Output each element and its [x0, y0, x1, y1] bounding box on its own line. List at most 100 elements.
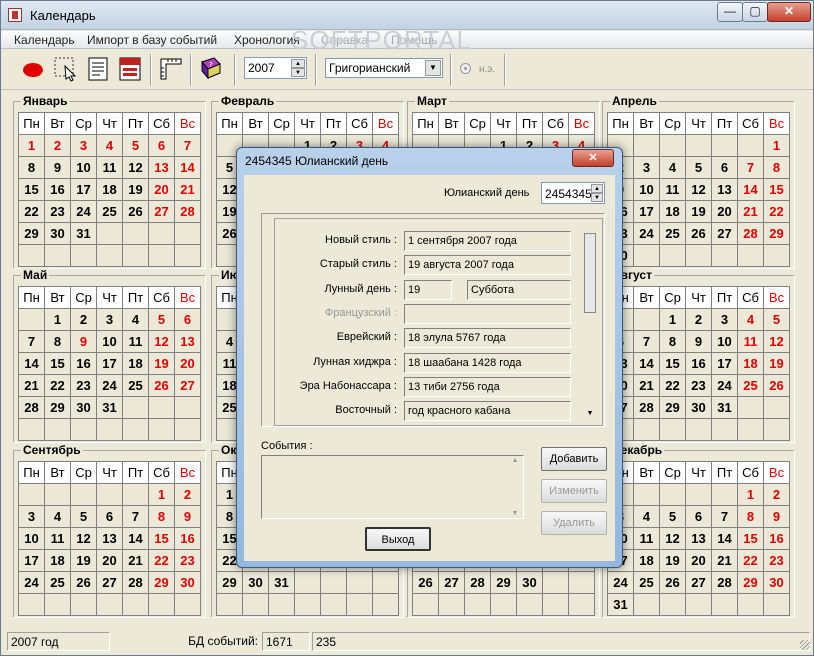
day-cell[interactable]: [633, 593, 660, 616]
day-cell[interactable]: 10: [70, 156, 97, 179]
day-cell[interactable]: [659, 483, 686, 506]
day-cell[interactable]: 22: [44, 374, 71, 397]
year-spinner[interactable]: 2007 ▲ ▼: [244, 57, 307, 79]
day-cell[interactable]: 4: [96, 134, 123, 157]
help-book-icon[interactable]: ?: [198, 56, 224, 82]
ruler-icon[interactable]: [158, 56, 184, 82]
day-cell[interactable]: 9: [174, 505, 201, 528]
day-cell[interactable]: 9: [685, 330, 712, 353]
day-cell[interactable]: [763, 418, 790, 441]
day-cell[interactable]: 31: [70, 222, 97, 245]
spin-down-icon[interactable]: ▼: [591, 193, 603, 202]
day-cell[interactable]: 5: [659, 505, 686, 528]
day-cell[interactable]: [174, 244, 201, 267]
day-cell[interactable]: [44, 244, 71, 267]
day-cell[interactable]: 28: [18, 396, 45, 419]
day-cell[interactable]: 15: [148, 527, 175, 550]
day-cell[interactable]: 24: [607, 571, 634, 594]
day-cell[interactable]: [96, 244, 123, 267]
day-cell[interactable]: [242, 593, 269, 616]
day-cell[interactable]: [96, 593, 123, 616]
day-cell[interactable]: 3: [18, 505, 45, 528]
day-cell[interactable]: 5: [122, 134, 149, 157]
day-cell[interactable]: 8: [659, 330, 686, 353]
day-cell[interactable]: 26: [70, 571, 97, 594]
day-cell[interactable]: 10: [711, 330, 738, 353]
maximize-button[interactable]: ▢: [742, 2, 768, 22]
day-cell[interactable]: [685, 134, 712, 157]
day-cell[interactable]: [320, 571, 347, 594]
day-cell[interactable]: 6: [711, 156, 738, 179]
day-cell[interactable]: 12: [763, 330, 790, 353]
day-cell[interactable]: 29: [659, 396, 686, 419]
day-cell[interactable]: 17: [633, 200, 660, 223]
day-cell[interactable]: 16: [70, 352, 97, 375]
day-cell[interactable]: 7: [122, 505, 149, 528]
day-cell[interactable]: 3: [96, 308, 123, 331]
add-event-button[interactable]: Добавить: [541, 447, 607, 471]
document-icon[interactable]: [85, 56, 111, 82]
day-cell[interactable]: 24: [633, 222, 660, 245]
day-cell[interactable]: [320, 593, 347, 616]
day-cell[interactable]: 27: [685, 571, 712, 594]
day-cell[interactable]: [96, 418, 123, 441]
day-cell[interactable]: 3: [711, 308, 738, 331]
day-cell[interactable]: [685, 593, 712, 616]
day-cell[interactable]: 10: [633, 178, 660, 201]
day-cell[interactable]: 29: [763, 222, 790, 245]
day-cell[interactable]: 14: [737, 178, 764, 201]
day-cell[interactable]: 3: [70, 134, 97, 157]
day-cell[interactable]: 13: [174, 330, 201, 353]
day-cell[interactable]: 1: [763, 134, 790, 157]
day-cell[interactable]: 14: [711, 527, 738, 550]
day-cell[interactable]: 19: [685, 200, 712, 223]
day-cell[interactable]: [96, 483, 123, 506]
day-cell[interactable]: 31: [711, 396, 738, 419]
day-cell[interactable]: [685, 418, 712, 441]
spin-down-icon[interactable]: ▼: [291, 68, 305, 77]
day-cell[interactable]: [18, 308, 45, 331]
day-cell[interactable]: 21: [122, 549, 149, 572]
events-textarea[interactable]: ▲ ▼: [261, 455, 524, 519]
day-cell[interactable]: 24: [711, 374, 738, 397]
day-cell[interactable]: [44, 418, 71, 441]
day-cell[interactable]: 29: [737, 571, 764, 594]
day-cell[interactable]: 8: [763, 156, 790, 179]
day-cell[interactable]: [659, 244, 686, 267]
day-cell[interactable]: 18: [122, 352, 149, 375]
day-cell[interactable]: [711, 418, 738, 441]
minimize-button[interactable]: —: [717, 2, 743, 22]
day-cell[interactable]: 12: [685, 178, 712, 201]
day-cell[interactable]: 14: [18, 352, 45, 375]
day-cell[interactable]: [148, 396, 175, 419]
day-cell[interactable]: 11: [122, 330, 149, 353]
day-cell[interactable]: 28: [174, 200, 201, 223]
day-cell[interactable]: 19: [763, 352, 790, 375]
day-cell[interactable]: 17: [711, 352, 738, 375]
edit-event-button[interactable]: Изменить: [541, 479, 607, 503]
day-cell[interactable]: [633, 418, 660, 441]
day-cell[interactable]: [763, 396, 790, 419]
day-cell[interactable]: 13: [96, 527, 123, 550]
day-cell[interactable]: 20: [148, 178, 175, 201]
day-cell[interactable]: 26: [148, 374, 175, 397]
day-cell[interactable]: 18: [633, 549, 660, 572]
day-cell[interactable]: 25: [122, 374, 149, 397]
day-cell[interactable]: [122, 593, 149, 616]
day-cell[interactable]: 14: [633, 352, 660, 375]
day-cell[interactable]: 30: [44, 222, 71, 245]
day-cell[interactable]: 4: [44, 505, 71, 528]
day-cell[interactable]: 21: [633, 374, 660, 397]
day-cell[interactable]: 30: [242, 571, 269, 594]
day-cell[interactable]: 8: [148, 505, 175, 528]
day-cell[interactable]: [568, 571, 595, 594]
day-cell[interactable]: 21: [737, 200, 764, 223]
day-cell[interactable]: 16: [685, 352, 712, 375]
day-cell[interactable]: 28: [711, 571, 738, 594]
day-cell[interactable]: 26: [763, 374, 790, 397]
day-cell[interactable]: 22: [737, 549, 764, 572]
day-cell[interactable]: 20: [96, 549, 123, 572]
day-cell[interactable]: 23: [685, 374, 712, 397]
day-cell[interactable]: [711, 134, 738, 157]
day-cell[interactable]: 2: [44, 134, 71, 157]
